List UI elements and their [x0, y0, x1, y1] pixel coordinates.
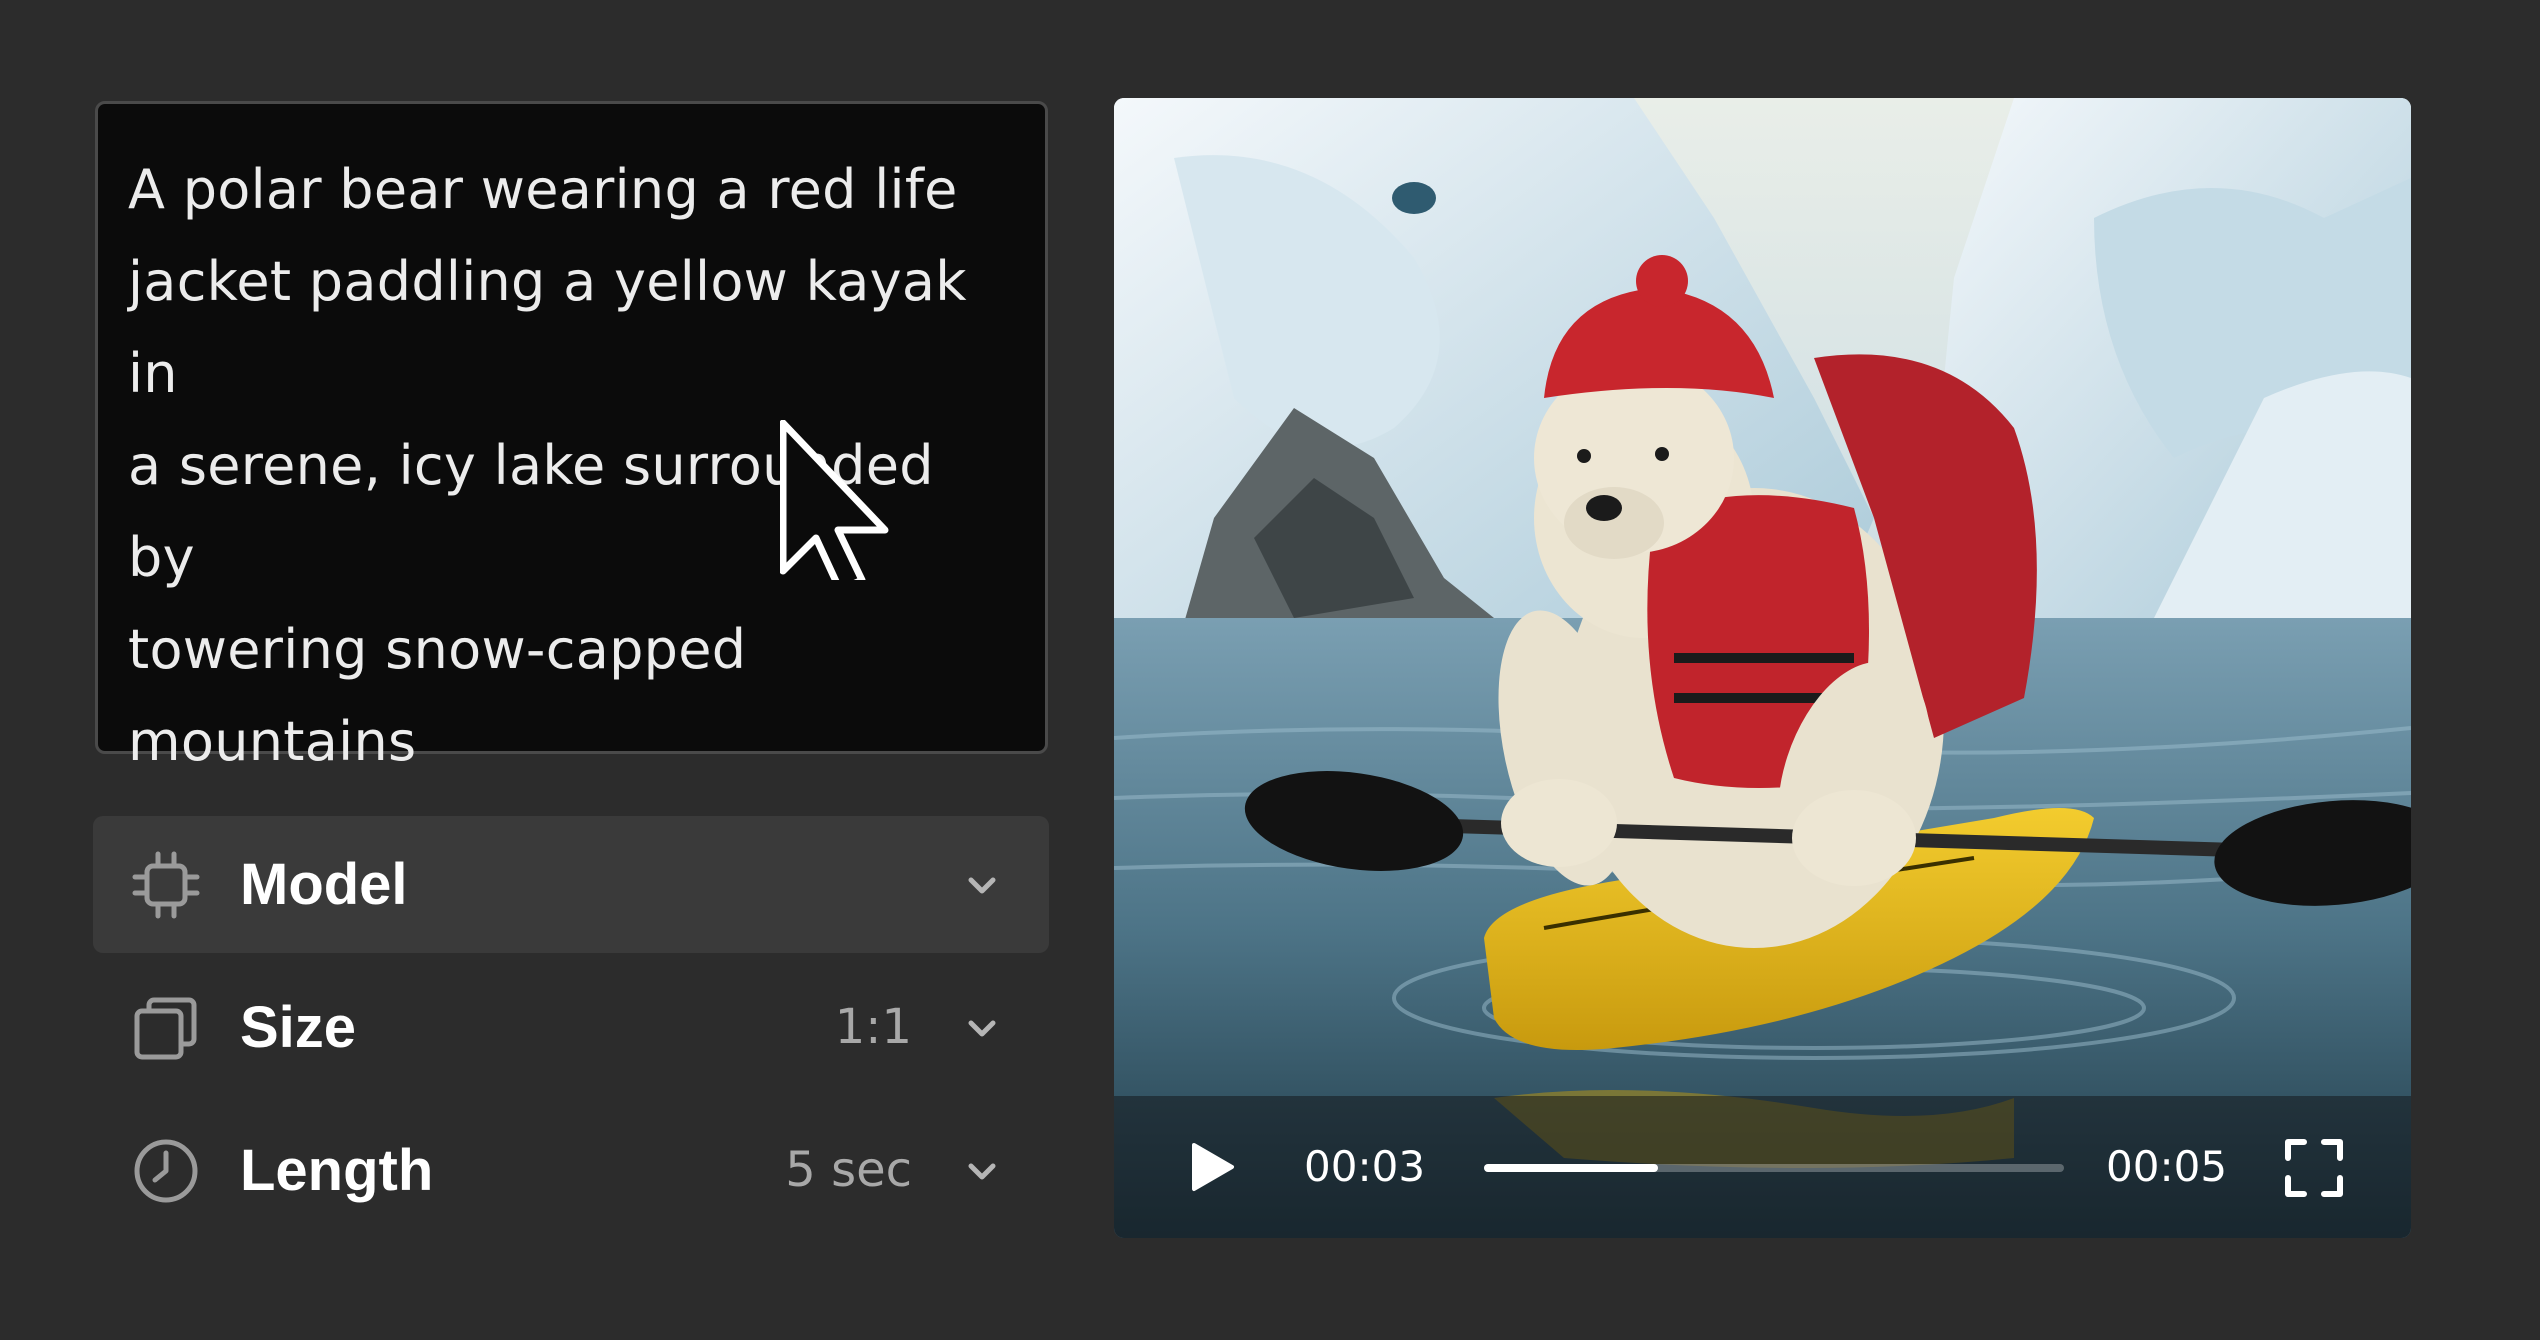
- clock-icon: [134, 1139, 198, 1203]
- progress-fill: [1484, 1164, 1658, 1172]
- prompt-textarea[interactable]: A polar bear wearing a red life jacket p…: [95, 101, 1048, 773]
- player-controls: 00:03 00:05: [1114, 1096, 2411, 1238]
- aspect-ratio-icon: [134, 997, 197, 1060]
- video-player[interactable]: 00:03 00:05: [1114, 98, 2411, 1238]
- prompt-line: towering snow-capped: [128, 618, 747, 681]
- chevron-down-icon: [968, 1020, 996, 1037]
- setting-size-value: 1:1: [834, 999, 912, 1055]
- fullscreen-icon[interactable]: [2284, 1138, 2344, 1198]
- setting-length-label: Length: [240, 1138, 434, 1203]
- mouse-cursor-icon: [780, 420, 889, 580]
- current-time: 00:03: [1304, 1142, 1426, 1191]
- prompt-line: A polar bear wearing a red life: [128, 158, 958, 221]
- chevron-down-icon: [968, 1163, 996, 1180]
- setting-model[interactable]: Model: [93, 816, 1049, 953]
- progress-bar[interactable]: [1484, 1164, 2064, 1172]
- setting-model-label: Model: [240, 852, 408, 917]
- settings-list: Model Size 1:1 Length 5 sec: [93, 816, 1049, 1245]
- total-time: 00:05: [2106, 1142, 2228, 1191]
- video-frame: [1114, 98, 2411, 1238]
- setting-length[interactable]: Length 5 sec: [93, 1102, 1049, 1239]
- prompt-line: jacket paddling a yellow kayak in: [128, 250, 967, 405]
- play-icon[interactable]: [1184, 1139, 1240, 1195]
- chip-icon: [132, 851, 200, 919]
- setting-size-label: Size: [240, 995, 357, 1060]
- prompt-line: mountains: [128, 710, 417, 773]
- chevron-down-icon: [968, 877, 996, 894]
- setting-size[interactable]: Size 1:1: [93, 959, 1049, 1096]
- setting-length-value: 5 sec: [785, 1142, 912, 1198]
